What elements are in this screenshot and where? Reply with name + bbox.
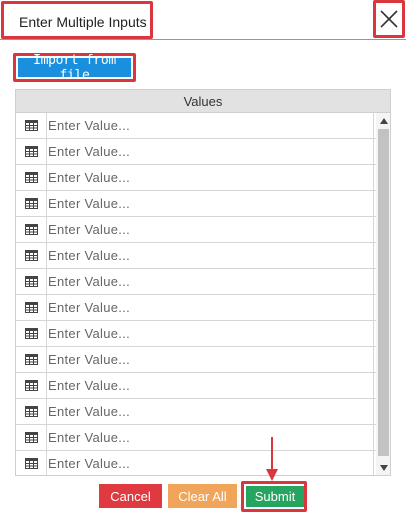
table-row xyxy=(16,269,376,295)
value-input[interactable] xyxy=(46,451,374,475)
table-row xyxy=(16,139,376,165)
table-grid-icon xyxy=(16,295,46,320)
title-highlight-box: Enter Multiple Inputs xyxy=(1,1,153,39)
value-input[interactable] xyxy=(46,269,374,294)
table-row xyxy=(16,191,376,217)
value-input[interactable] xyxy=(46,191,374,216)
table-row xyxy=(16,321,376,347)
table-row xyxy=(16,217,376,243)
close-icon xyxy=(380,10,398,28)
table-grid-icon xyxy=(16,269,46,294)
value-input[interactable] xyxy=(46,243,374,268)
cancel-button[interactable]: Cancel xyxy=(99,484,162,508)
submit-highlight-box: Submit xyxy=(241,481,307,512)
table-grid-icon xyxy=(16,321,46,346)
arrow-down-icon xyxy=(379,465,388,471)
table-grid-icon xyxy=(16,373,46,398)
grid-scrollbar[interactable] xyxy=(376,113,390,475)
table-row xyxy=(16,295,376,321)
table-grid-icon xyxy=(16,113,46,138)
scroll-up-button[interactable] xyxy=(376,115,390,127)
table-row xyxy=(16,425,376,451)
value-input[interactable] xyxy=(46,347,374,372)
dialog-title-bar: Enter Multiple Inputs xyxy=(0,0,406,40)
table-grid-icon xyxy=(16,217,46,242)
table-row xyxy=(16,373,376,399)
table-row xyxy=(16,165,376,191)
value-input[interactable] xyxy=(46,165,374,190)
value-input[interactable] xyxy=(46,321,374,346)
import-highlight-box: Import from file xyxy=(13,53,136,83)
table-grid-icon xyxy=(16,451,46,475)
value-input[interactable] xyxy=(46,113,374,138)
dialog-title: Enter Multiple Inputs xyxy=(19,14,147,30)
table-grid-icon xyxy=(16,243,46,268)
table-row xyxy=(16,399,376,425)
scroll-down-button[interactable] xyxy=(376,462,390,474)
value-input[interactable] xyxy=(46,139,374,164)
values-grid: Values xyxy=(15,89,391,476)
close-button[interactable] xyxy=(373,0,405,38)
value-input[interactable] xyxy=(46,217,374,242)
table-grid-icon xyxy=(16,139,46,164)
import-from-file-button[interactable]: Import from file xyxy=(18,53,131,83)
table-row xyxy=(16,243,376,269)
arrow-up-icon xyxy=(379,118,388,124)
clear-all-button[interactable]: Clear All xyxy=(168,484,237,508)
table-grid-icon xyxy=(16,191,46,216)
table-grid-icon xyxy=(16,165,46,190)
table-row xyxy=(16,451,376,475)
submit-button[interactable]: Submit xyxy=(246,486,304,507)
table-row xyxy=(16,347,376,373)
value-input[interactable] xyxy=(46,425,374,450)
values-rows xyxy=(16,113,376,475)
table-grid-icon xyxy=(16,347,46,372)
value-input[interactable] xyxy=(46,295,374,320)
value-input[interactable] xyxy=(46,373,374,398)
table-row xyxy=(16,113,376,139)
scroll-thumb[interactable] xyxy=(378,129,389,456)
value-input[interactable] xyxy=(46,399,374,424)
table-grid-icon xyxy=(16,425,46,450)
table-grid-icon xyxy=(16,399,46,424)
values-column-header: Values xyxy=(16,90,390,113)
